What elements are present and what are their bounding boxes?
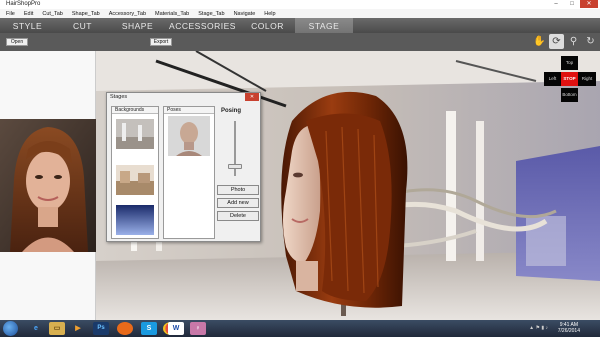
media-player-icon[interactable]: ▶ <box>70 322 86 335</box>
rotate-icon[interactable]: ⟳ <box>549 34 564 49</box>
background-thumbnail[interactable] <box>116 119 154 149</box>
menu-stage-tab[interactable]: Stage_Tab <box>198 11 224 17</box>
hand-icon[interactable]: ✋ <box>532 34 547 49</box>
poses-list[interactable]: Poses <box>163 106 215 239</box>
tab-style[interactable]: Style <box>0 18 55 33</box>
posing-slider-thumb[interactable] <box>228 164 242 169</box>
pose-thumbnail[interactable] <box>168 116 210 156</box>
window-controls: – □ ✕ <box>548 0 598 8</box>
menu-accessory-tab[interactable]: Accessory_Tab <box>109 11 146 17</box>
camera-bottom-button[interactable]: Bottom <box>561 88 578 102</box>
delete-button[interactable]: Delete <box>217 211 259 221</box>
open-button[interactable]: Open <box>6 38 28 46</box>
system-tray[interactable]: ▲ ⚑ ▮ ♪ <box>529 325 548 331</box>
menu-cut-tab[interactable]: Cut_Tab <box>42 11 63 17</box>
clock-date: 7/26/2014 <box>557 328 580 334</box>
menu-shape-tab[interactable]: Shape_Tab <box>72 11 100 17</box>
camera-direction-pad: Top Left STOP Right Bottom <box>544 56 596 102</box>
add-new-button[interactable]: Add new <box>217 198 259 208</box>
firefox-icon[interactable] <box>117 322 133 335</box>
backgrounds-header: Backgrounds <box>112 107 158 114</box>
background-thumbnail[interactable] <box>116 205 154 235</box>
dialog-close-button[interactable]: ✕ <box>245 93 259 101</box>
tab-stage[interactable]: Stage <box>295 18 353 33</box>
folder-icon[interactable]: ▭ <box>49 322 65 335</box>
menu-navigate[interactable]: Navigate <box>234 11 256 17</box>
camera-right-button[interactable]: Right <box>578 72 596 86</box>
menu-help[interactable]: Help <box>264 11 275 17</box>
camera-left-button[interactable]: Left <box>544 72 561 86</box>
posing-label: Posing <box>221 108 242 114</box>
menu-file[interactable]: File <box>6 11 15 17</box>
reference-photo <box>0 119 96 252</box>
toolbar: Open Export ✋ ⟳ ⚲ ↻ <box>0 33 600 51</box>
app-title: HairShopPro <box>6 1 41 7</box>
tab-accessories[interactable]: Accessories <box>165 18 240 33</box>
skype-icon[interactable]: S <box>141 322 157 335</box>
camera-top-button[interactable]: Top <box>561 56 578 70</box>
dialog-title: Stages <box>110 94 128 100</box>
word-icon[interactable]: W <box>168 322 184 335</box>
stages-dialog: Stages ✕ Backgrounds Poses Posing Photo … <box>106 92 261 242</box>
photoshop-icon[interactable]: Ps <box>93 322 109 335</box>
main-tabs: Style Cut Shape Accessories Color Stage <box>0 18 600 33</box>
reference-panel <box>0 51 96 320</box>
start-button[interactable] <box>3 321 18 336</box>
menu-materials-tab[interactable]: Materials_Tab <box>155 11 189 17</box>
background-thumbnail[interactable] <box>116 165 154 195</box>
rotate-3d-icon[interactable]: ↻ <box>583 34 598 49</box>
tab-shape[interactable]: Shape <box>110 18 165 33</box>
backgrounds-list[interactable]: Backgrounds <box>111 106 159 239</box>
close-button[interactable]: ✕ <box>580 0 598 8</box>
photo-button[interactable]: Photo <box>217 185 259 195</box>
view-tools: ✋ ⟳ ⚲ ↻ <box>532 34 598 49</box>
maximize-button[interactable]: □ <box>564 0 580 8</box>
ie-icon[interactable]: e <box>28 322 44 335</box>
title-bar: HairShopPro – □ ✕ <box>0 0 600 9</box>
poses-header: Poses <box>164 107 214 114</box>
camera-stop-button[interactable]: STOP <box>561 72 578 86</box>
tab-color[interactable]: Color <box>240 18 295 33</box>
menu-bar: File Edit Cut_Tab Shape_Tab Accessory_Ta… <box>0 9 600 18</box>
tab-cut[interactable]: Cut <box>55 18 110 33</box>
hairshop-icon[interactable]: ♀ <box>190 322 206 335</box>
export-button[interactable]: Export <box>150 38 172 46</box>
minimize-button[interactable]: – <box>548 0 564 8</box>
zoom-icon[interactable]: ⚲ <box>566 34 581 49</box>
taskbar: e ▭ ▶ Ps S W ♀ ▲ ⚑ ▮ ♪ 9:41 AM 7/26/2014 <box>0 320 600 337</box>
menu-edit[interactable]: Edit <box>24 11 33 17</box>
clock[interactable]: 9:41 AM 7/26/2014 <box>558 322 580 334</box>
